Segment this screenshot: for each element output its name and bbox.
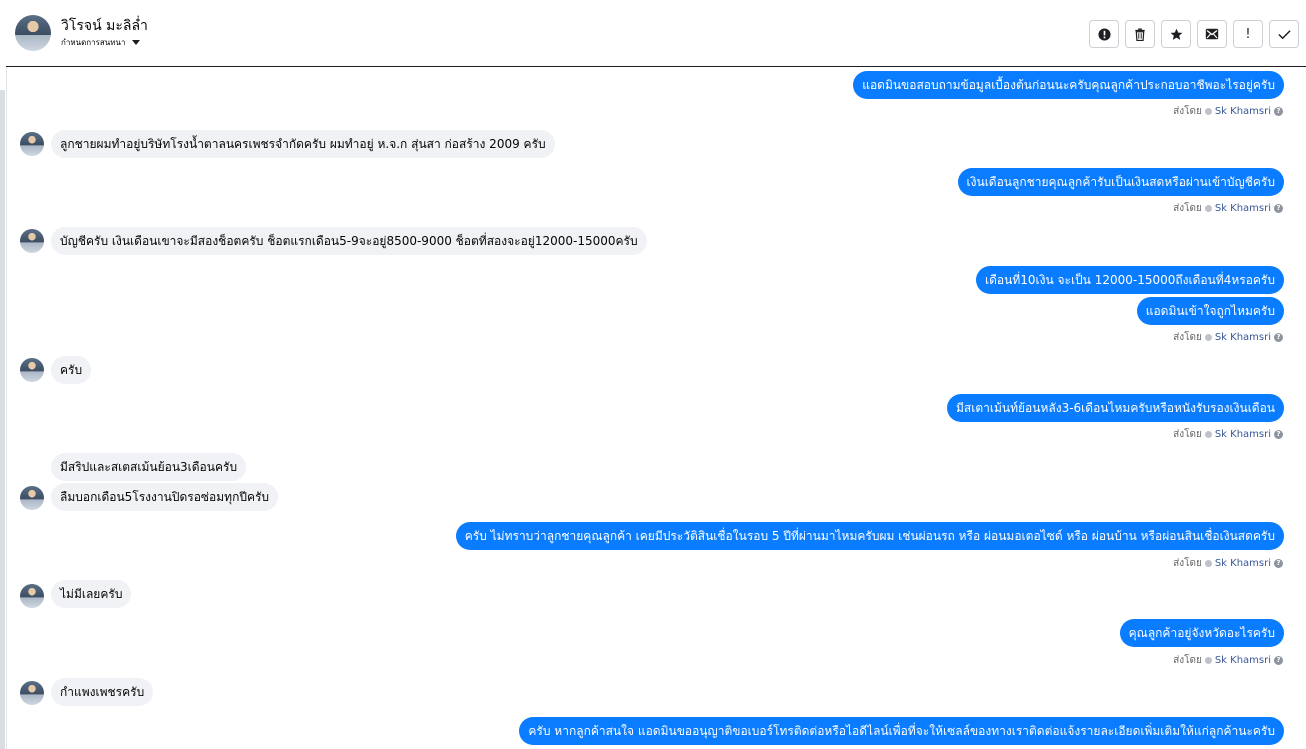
agent-avatar-icon: [1204, 431, 1212, 438]
agent-name[interactable]: Sk Khamsri: [1215, 558, 1271, 569]
outgoing-message[interactable]: ครับ ไม่ทราบว่าลูกชายคุณลูกค้า เคยมีประว…: [455, 522, 1284, 550]
agent-avatar-icon: [1204, 334, 1212, 341]
star-icon: [1170, 28, 1182, 40]
sent-by-label: ส่งโดย: [1173, 429, 1202, 440]
agent-avatar-icon: [1204, 205, 1212, 212]
sent-by-line: ส่งโดย Sk Khamsri ?: [1173, 653, 1283, 668]
agent-name[interactable]: Sk Khamsri: [1215, 106, 1271, 117]
trash-icon: [1135, 27, 1145, 41]
conversation-header: วิโรจน์ มะลิล่ำ กำหนดการสนทนา !: [6, 0, 1306, 67]
mark-unread-button[interactable]: [1197, 20, 1227, 48]
outgoing-message[interactable]: มีสเตาเม้นท์ย้อนหลัง3-6เดือนไหมครับหรือห…: [947, 394, 1284, 422]
delete-button[interactable]: [1125, 20, 1155, 48]
contact-avatar-small[interactable]: [20, 681, 44, 705]
star-button[interactable]: [1161, 20, 1191, 48]
contact-name[interactable]: วิโรจน์ มะลิล่ำ: [61, 15, 148, 37]
sent-by-line: ส่งโดย Sk Khamsri ?: [1173, 201, 1283, 216]
outgoing-message[interactable]: ครับ หากลูกค้าสนใจ แอดมินขออนุญาติขอเบอร…: [519, 717, 1284, 745]
conversation-settings-label: กำหนดการสนทนา: [61, 38, 126, 47]
action-toolbar: !: [1089, 20, 1299, 48]
outgoing-message[interactable]: คุณลูกค้าอยู่จังหวัดอะไรครับ: [1119, 619, 1284, 647]
agent-avatar-icon: [1204, 560, 1212, 567]
contact-avatar-small[interactable]: [20, 486, 44, 510]
sent-by-label: ส่งโดย: [1173, 655, 1202, 666]
incoming-message[interactable]: มีสริปและสเตสเม้นย้อน3เดือนครับ: [51, 453, 247, 481]
agent-avatar-icon: [1204, 108, 1212, 115]
done-button[interactable]: [1269, 20, 1299, 48]
message-thread[interactable]: แอดมินขอสอบถามข้อมูลเบื้องต้นก่อนนะครับค…: [6, 68, 1306, 749]
contact-avatar-small[interactable]: [20, 584, 44, 608]
sent-by-line: ส่งโดย Sk Khamsri ?: [1173, 427, 1283, 442]
help-icon[interactable]: ?: [1274, 656, 1283, 665]
outgoing-message[interactable]: เดือนที่10เงิน จะเป็น 12000-15000ถึงเดือ…: [976, 266, 1284, 294]
mark-unread-icon: [1205, 28, 1219, 40]
agent-name[interactable]: Sk Khamsri: [1215, 429, 1271, 440]
agent-avatar-icon: [1204, 657, 1212, 664]
scrollbar-thumb[interactable]: [0, 90, 5, 749]
alert-circle-icon: [1097, 27, 1111, 41]
incoming-message[interactable]: ลืมบอกเดือน5โรงงานปิดรอซ่อมทุกปีครับ: [51, 483, 279, 511]
alert-circle-button[interactable]: [1089, 20, 1119, 48]
incoming-message[interactable]: กำแพงเพชรครับ: [51, 678, 154, 706]
agent-name[interactable]: Sk Khamsri: [1215, 203, 1271, 214]
incoming-message[interactable]: ครับ: [51, 356, 92, 384]
help-icon[interactable]: ?: [1274, 333, 1283, 342]
help-icon[interactable]: ?: [1274, 559, 1283, 568]
outgoing-message[interactable]: เงินเดือนลูกชายคุณลูกค้ารับเป็นเงินสดหรื…: [957, 168, 1284, 196]
done-check-icon: [1277, 29, 1291, 39]
outgoing-message[interactable]: แอดมินขอสอบถามข้อมูลเบื้องต้นก่อนนะครับค…: [853, 71, 1284, 99]
chevron-down-icon: [131, 40, 140, 45]
incoming-message[interactable]: ลูกชายผมทำอยู่บริษัทโรงน้ำตาลนครเพชรจำกั…: [51, 130, 555, 158]
contact-avatar-small[interactable]: [20, 132, 44, 156]
conversation-settings-dropdown[interactable]: กำหนดการสนทนา: [61, 36, 140, 49]
help-icon[interactable]: ?: [1274, 430, 1283, 439]
contact-avatar-small[interactable]: [20, 229, 44, 253]
help-icon[interactable]: ?: [1274, 204, 1283, 213]
important-button[interactable]: !: [1233, 20, 1263, 48]
sent-by-line: ส่งโดย Sk Khamsri ?: [1173, 104, 1283, 119]
incoming-message[interactable]: บัญชีครับ เงินเดือนเขาจะมีสองช็อตครับ ช็…: [51, 227, 647, 255]
incoming-message[interactable]: ไม่มีเลยครับ: [51, 580, 132, 608]
contact-avatar[interactable]: [15, 15, 51, 51]
sent-by-label: ส่งโดย: [1173, 203, 1202, 214]
agent-name[interactable]: Sk Khamsri: [1215, 655, 1271, 666]
important-icon: !: [1245, 26, 1251, 42]
help-icon[interactable]: ?: [1274, 107, 1283, 116]
sent-by-line: ส่งโดย Sk Khamsri ?: [1173, 556, 1283, 571]
outgoing-message[interactable]: แอดมินเข้าใจถูกไหมครับ: [1136, 297, 1284, 325]
sent-by-label: ส่งโดย: [1173, 558, 1202, 569]
contact-avatar-small[interactable]: [20, 358, 44, 382]
sent-by-line: ส่งโดย Sk Khamsri ?: [1173, 330, 1283, 345]
sent-by-label: ส่งโดย: [1173, 332, 1202, 343]
agent-name[interactable]: Sk Khamsri: [1215, 332, 1271, 343]
sent-by-label: ส่งโดย: [1173, 106, 1202, 117]
